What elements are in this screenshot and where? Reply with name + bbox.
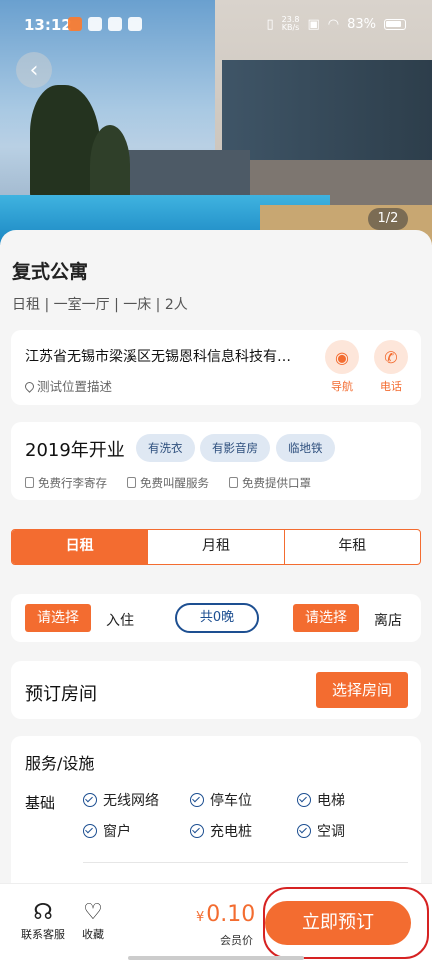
customer-service-label: 联系客服 — [21, 928, 65, 941]
date-selector: 请选择 入住 共0晚 请选择 离店 — [11, 594, 421, 642]
vibrate-icon: ▯ — [266, 16, 274, 32]
service-label: 免费叫醒服务 — [140, 476, 209, 490]
facility-item: 停车位 — [190, 790, 252, 810]
checkout-label: 离店 — [374, 613, 402, 629]
phone-button[interactable]: ✆ 电话 — [373, 340, 409, 394]
location-pin-icon — [23, 380, 36, 393]
luggage-icon — [25, 477, 34, 488]
book-room-title: 预订房间 — [25, 684, 97, 705]
hotel-info-card: 2019年开业 有洗衣 有影音房 临地铁 免费行李寄存 免费叫醒服务 免费提供口… — [11, 422, 421, 500]
heart-icon: ♡ — [83, 900, 103, 925]
feature-tag: 临地铁 — [276, 434, 335, 462]
service-label: 免费提供口罩 — [242, 476, 311, 490]
photo-glass — [222, 60, 432, 160]
mask-icon — [229, 477, 238, 488]
member-price: ¥0.10 — [196, 902, 255, 927]
highlight-annotation — [263, 887, 429, 959]
divider — [83, 862, 408, 863]
clock: 13:12 — [24, 16, 72, 34]
facility-item: 无线网络 — [83, 790, 159, 810]
app-notification-icon — [128, 17, 142, 31]
navigation-label: 导航 — [331, 380, 353, 393]
facility-label: 无线网络 — [103, 793, 159, 809]
facility-category: 基础 — [25, 794, 56, 812]
facility-label: 停车位 — [210, 793, 252, 809]
facility-label: 空调 — [317, 824, 345, 840]
facility-item: 充电桩 — [190, 821, 252, 841]
app-notification-icon — [68, 17, 82, 31]
facilities-title: 服务/设施 — [25, 754, 95, 773]
battery-icon — [384, 18, 406, 30]
listing-subtitle: 日租 | 一室一厅 | 一床 | 2人 — [12, 297, 188, 313]
facility-item: 电梯 — [297, 790, 345, 810]
choose-room-button[interactable]: 选择房间 — [316, 672, 408, 708]
facility-label: 窗户 — [103, 824, 131, 840]
navigation-icon: ◉ — [325, 340, 359, 374]
notification-icons — [68, 17, 142, 31]
network-speed-unit: KB/s — [281, 23, 300, 32]
price-value: 0.10 — [206, 902, 256, 927]
sim-icon: ▣ — [307, 16, 320, 32]
facility-item: 空调 — [297, 821, 345, 841]
check-circle-icon — [190, 793, 204, 807]
address-card: 江苏省无锡市梁溪区无锡恩科信息科技有… 测试位置描述 ◉ 导航 ✆ 电话 — [11, 330, 421, 405]
location-description-text: 测试位置描述 — [37, 379, 113, 394]
checkin-label: 入住 — [106, 613, 134, 629]
system-status: ▯ 23.8 KB/s ▣ ◠ 83% — [266, 16, 406, 32]
photo-tree — [90, 125, 130, 205]
network-speed: 23.8 KB/s — [282, 16, 300, 32]
currency-symbol: ¥ — [196, 910, 205, 925]
tab-monthly[interactable]: 月租 — [147, 530, 283, 564]
facility-label: 充电桩 — [210, 824, 252, 840]
check-circle-icon — [190, 824, 204, 838]
service-label: 免费行李寄存 — [38, 476, 107, 490]
location-description: 测试位置描述 — [23, 376, 113, 395]
favorite-button[interactable]: ♡ 收藏 — [68, 900, 118, 942]
check-circle-icon — [297, 793, 311, 807]
checkin-select-button[interactable]: 请选择 — [25, 604, 91, 632]
tab-yearly[interactable]: 年租 — [283, 530, 420, 564]
phone-label: 电话 — [380, 380, 402, 393]
back-button[interactable]: ‹ — [16, 52, 52, 88]
facilities-card: 服务/设施 基础 无线网络 停车位 电梯 窗户 充电桩 空调 — [11, 736, 421, 896]
listing-title: 复式公寓 — [12, 261, 89, 283]
check-circle-icon — [83, 793, 97, 807]
headset-icon: ☊ — [33, 900, 53, 925]
app-notification-icon — [108, 17, 122, 31]
member-price-label: 会员价 — [220, 934, 253, 947]
check-circle-icon — [297, 824, 311, 838]
feature-tag: 有洗衣 — [136, 434, 195, 462]
favorite-label: 收藏 — [82, 928, 104, 941]
rent-type-tabs: 日租 月租 年租 — [11, 529, 421, 565]
service-item: 免费叫醒服务 — [127, 475, 209, 491]
service-item: 免费行李寄存 — [25, 475, 107, 491]
book-room-card: 预订房间 选择房间 — [11, 661, 421, 719]
check-circle-icon — [83, 824, 97, 838]
nights-count: 共0晚 — [175, 603, 259, 633]
wifi-icon: ◠ — [327, 16, 340, 32]
service-item: 免费提供口罩 — [229, 475, 311, 491]
facility-item: 窗户 — [83, 821, 131, 841]
address-text: 江苏省无锡市梁溪区无锡恩科信息科技有… — [25, 349, 291, 365]
customer-service-button[interactable]: ☊ 联系客服 — [18, 900, 68, 942]
photo-counter: 1/2 — [368, 208, 408, 230]
feature-tag: 有影音房 — [200, 434, 270, 462]
opening-year: 2019年开业 — [25, 440, 125, 461]
crown-icon — [88, 17, 102, 31]
chevron-left-icon: ‹ — [29, 57, 39, 83]
home-indicator — [128, 956, 304, 960]
tab-daily[interactable]: 日租 — [12, 530, 148, 564]
navigation-button[interactable]: ◉ 导航 — [324, 340, 360, 394]
phone-icon: ✆ — [374, 340, 408, 374]
alarm-icon — [127, 477, 136, 488]
status-bar: 13:12 ▯ 23.8 KB/s ▣ ◠ 83% — [0, 0, 432, 50]
facility-label: 电梯 — [317, 793, 345, 809]
hotel-detail-screen: 13:12 ▯ 23.8 KB/s ▣ ◠ 83% ‹ 1/2 复式公寓 日租 |… — [0, 0, 432, 964]
battery-percent: 83% — [347, 16, 376, 32]
checkout-select-button[interactable]: 请选择 — [293, 604, 359, 632]
